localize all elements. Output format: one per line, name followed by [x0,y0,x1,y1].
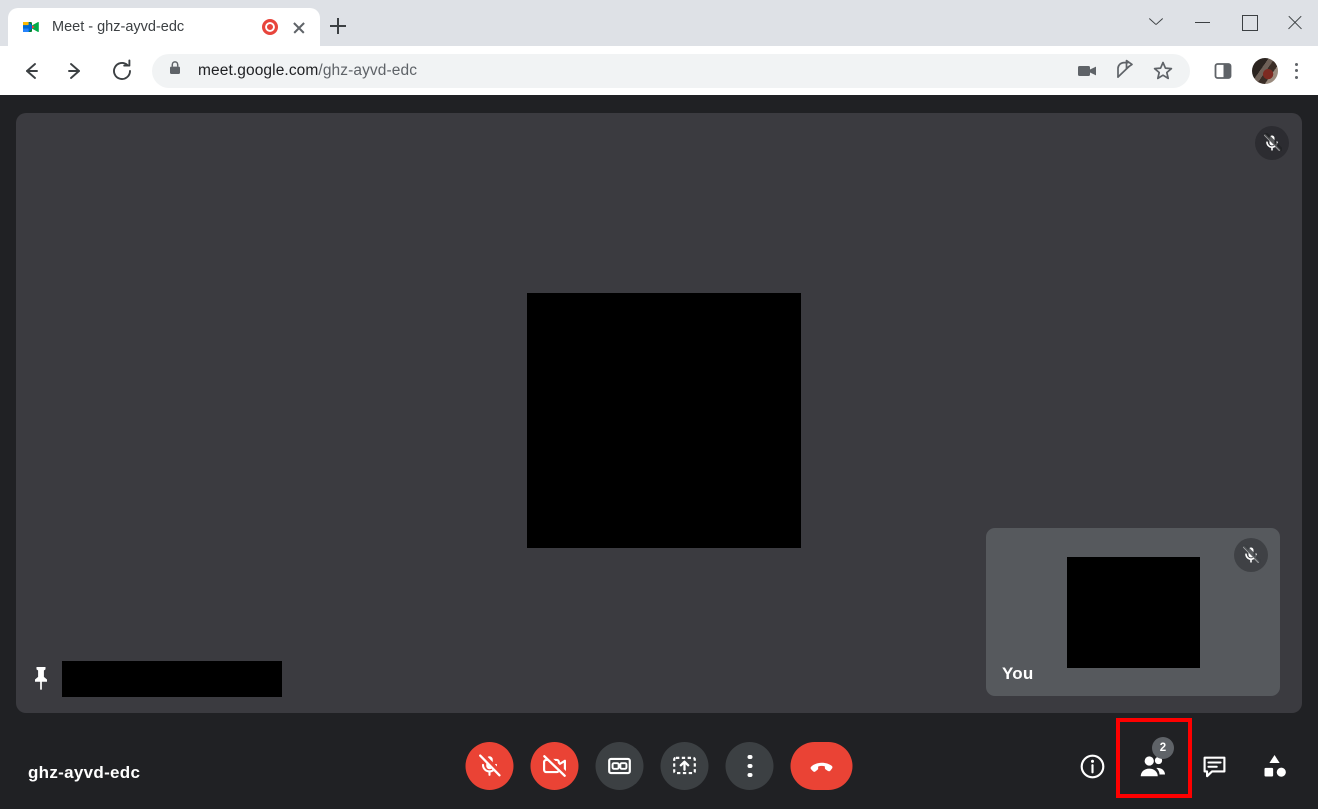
meeting-right-controls: 2 [1075,737,1292,783]
new-tab-button[interactable] [324,12,352,40]
chrome-menu-kebab-icon[interactable] [1284,54,1310,88]
side-panel-icon[interactable] [1206,54,1240,88]
more-options-button[interactable] [725,742,774,790]
self-view-tile[interactable]: You [986,528,1280,696]
maximize-window-button[interactable] [1226,0,1272,46]
activities-shapes-icon [1264,755,1286,777]
present-screen-button[interactable] [660,742,709,790]
url-domain: meet.google.com [198,61,319,79]
toolbar-right-actions [1198,54,1318,88]
close-window-button[interactable] [1272,0,1318,46]
redacted-participant-name [62,661,282,697]
tab-title: Meet - ghz-ayvd-edc [52,19,185,35]
chat-bubble-icon [1203,756,1225,777]
window-controls [1134,0,1318,46]
show-everyone-button[interactable]: 2 [1136,737,1174,783]
main-participant-name-bar [28,661,282,697]
main-participant-muted-mic-icon [1255,126,1289,160]
toggle-microphone-button[interactable] [465,742,514,790]
browser-tab[interactable]: Meet - ghz-ayvd-edc [8,8,320,46]
close-tab-icon[interactable] [288,16,310,38]
tab-strip: Meet - ghz-ayvd-edc [0,0,1318,46]
profile-avatar[interactable] [1252,57,1278,84]
meeting-code-label: ghz-ayvd-edc [28,763,141,782]
meeting-bottom-bar: ghz-ayvd-edc 2 [0,713,1318,809]
address-bar-actions [1070,54,1190,88]
participant-count-badge: 2 [1152,737,1174,759]
meeting-center-controls [465,742,853,790]
back-arrow-icon[interactable] [10,51,50,91]
address-bar[interactable]: meet.google.com/ghz-ayvd-edc [152,53,1190,88]
share-icon[interactable] [1108,54,1142,88]
minimize-window-button[interactable] [1180,0,1226,46]
tab-search-chevron-down-icon[interactable] [1134,0,1180,46]
browser-toolbar: meet.google.com/ghz-ayvd-edc [0,46,1318,95]
redacted-video-content [527,293,801,548]
leave-call-button[interactable] [790,742,853,790]
site-information-lock-icon[interactable] [168,60,182,81]
toggle-camera-button[interactable] [530,742,579,790]
chat-with-everyone-button[interactable] [1197,749,1231,783]
bookmark-star-icon[interactable] [1146,54,1180,88]
pin-icon[interactable] [28,664,54,694]
google-meet-favicon [22,18,40,36]
media-camera-icon[interactable] [1070,54,1104,88]
reload-icon[interactable] [102,51,142,91]
info-icon [1080,754,1104,778]
redacted-self-video [1067,557,1200,668]
address-bar-url: meet.google.com/ghz-ayvd-edc [198,62,417,80]
forward-arrow-icon[interactable] [56,51,96,91]
main-video-stage[interactable]: You [16,113,1302,713]
recording-dot-icon [262,19,278,35]
browser-chrome: Meet - ghz-ayvd-edc meet.google.com/ghz-… [0,0,1318,95]
url-path: /ghz-ayvd-edc [318,61,418,79]
self-view-label: You [1002,664,1034,683]
google-meet-app: You ghz-ayvd-edc 2 [0,95,1318,809]
self-view-muted-mic-icon [1234,538,1268,572]
meeting-details-button[interactable] [1075,749,1109,783]
toggle-captions-button[interactable] [595,742,644,790]
activities-button[interactable] [1258,749,1292,783]
